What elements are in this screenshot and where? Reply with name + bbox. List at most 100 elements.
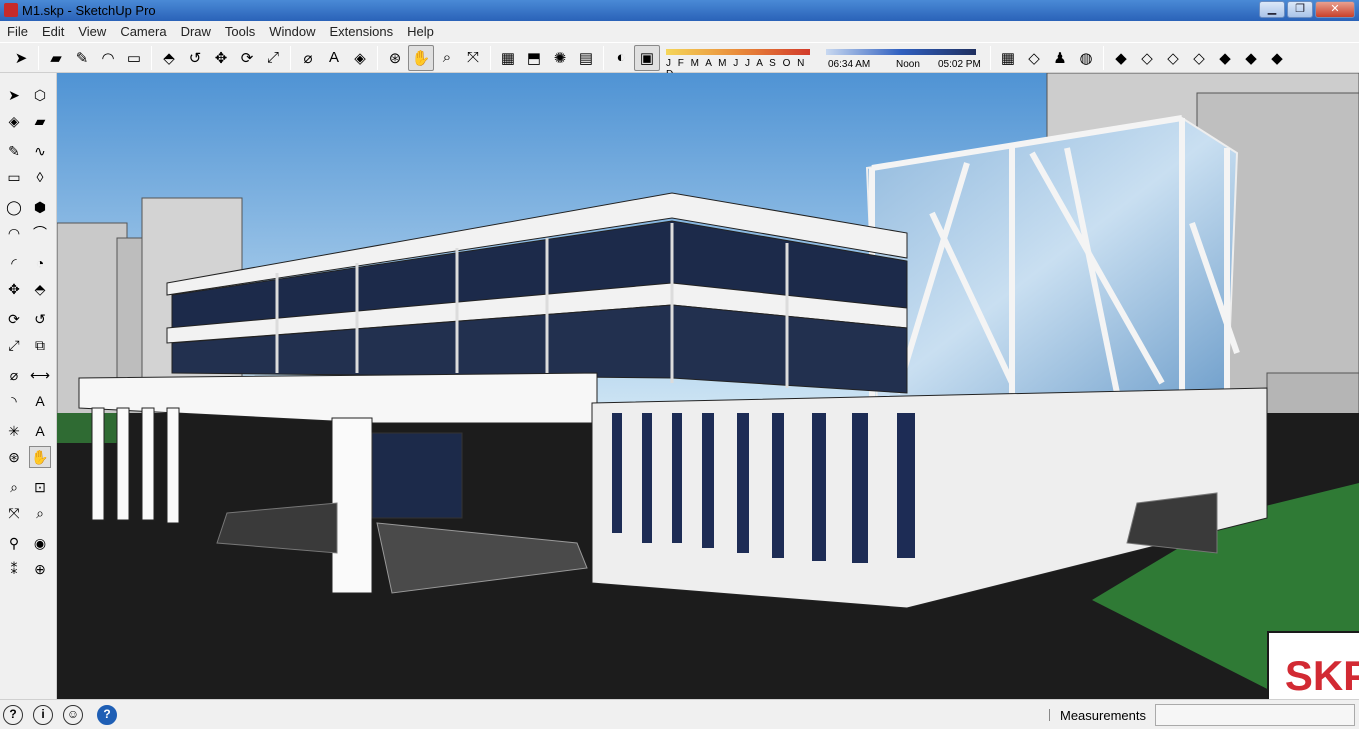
section-plane-tool[interactable]: ⊕ [29,558,51,580]
menu-edit[interactable]: Edit [35,21,71,42]
3d-text-tool[interactable]: A [29,420,51,442]
select-tool[interactable]: ➤ [3,84,25,106]
back-edges-style-button[interactable]: ◇ [1134,45,1160,71]
rotate-tool[interactable]: ⟳ [3,308,25,330]
line-tool[interactable]: ✎ [3,140,25,162]
info-icon[interactable]: i [33,705,53,725]
position-camera-tool[interactable]: ⚲ [3,532,25,554]
rectangle-tool[interactable]: ▭ [3,166,25,188]
wireframe-style-button[interactable]: ◇ [1160,45,1186,71]
pencil-tool[interactable]: ✎ [69,45,95,71]
previous-view-tool[interactable]: ⌕ [29,502,51,524]
paint-bucket-tool[interactable]: ◈ [3,110,25,132]
minimize-button[interactable]: ▁ [1259,1,1285,18]
shadows-toggle[interactable]: ◐ [608,45,634,71]
add-location-button[interactable]: ▦ [995,45,1021,71]
xray-style-button[interactable]: ◆ [1108,45,1134,71]
make-component-tool[interactable]: ⬡ [29,84,51,106]
monochrome-style-button[interactable]: ◆ [1264,45,1290,71]
toggle-terrain-button[interactable]: ◇ [1021,45,1047,71]
time-end-label: 05:02 PM [938,58,981,70]
geolocation-icon[interactable]: ? [3,705,23,725]
select-tool[interactable]: ➤ [8,45,34,71]
rotated-rectangle-tool[interactable]: ◊ [29,166,51,188]
pie-tool[interactable]: ◔ [29,252,51,274]
zoom-extents-tool[interactable]: ⤧ [3,502,25,524]
follow-me-tool[interactable]: ↺ [29,308,51,330]
hidden-line-style-button[interactable]: ◇ [1186,45,1212,71]
arc-tool[interactable]: ◠ [95,45,121,71]
axes-tool[interactable]: ✳ [3,420,25,442]
user-account-icon[interactable]: ☺ [63,705,83,725]
eraser-tool[interactable]: ▰ [43,45,69,71]
circle-tool[interactable]: ◯ [3,196,25,218]
pan-tool[interactable]: ✋ [29,446,51,468]
menu-extensions[interactable]: Extensions [323,21,401,42]
close-button[interactable]: ✕ [1315,1,1355,18]
maximize-button[interactable]: ❐ [1287,1,1313,18]
protractor-tool[interactable]: ◝ [3,390,25,412]
move-tool[interactable]: ✥ [3,278,25,300]
shadow-month-slider[interactable]: J F M A M J J A S O N D [666,45,816,80]
shaded-icon: ◆ [1219,49,1231,67]
fog-toggle[interactable]: ▣ [634,44,660,71]
rectangle-tool[interactable]: ▭ [121,45,147,71]
menu-window[interactable]: Window [262,21,322,42]
arc-tool[interactable]: ◠ [3,222,25,244]
move-tool[interactable]: ✥ [208,45,234,71]
menu-file[interactable]: File [0,21,35,42]
push-pull-tool[interactable]: ⬘ [29,278,51,300]
shaded-style-button[interactable]: ◆ [1212,45,1238,71]
text-tool[interactable]: A [321,45,347,71]
model-scene [57,73,1359,699]
menu-help[interactable]: Help [400,21,441,42]
zoom-extents-tool[interactable]: ⤧ [460,45,486,71]
paint-bucket-tool[interactable]: ◈ [347,45,373,71]
shadow-time-slider[interactable]: 06:34 AM Noon 05:02 PM [826,45,986,71]
freehand-tool[interactable]: ∿ [29,140,51,162]
measurements-input[interactable] [1155,704,1355,726]
push-pull-tool[interactable]: ⬘ [156,45,182,71]
text-tool[interactable]: A [29,390,51,412]
scale-tool[interactable]: ⤢ [3,334,25,356]
orbit-tool[interactable]: ⊛ [3,446,25,468]
time-start-label: 06:34 AM [828,58,871,70]
menu-tools[interactable]: Tools [218,21,262,42]
warehouse-button[interactable]: ▦ [495,45,521,71]
tape-measure-tool[interactable]: ⌀ [295,45,321,71]
zoom-tool[interactable]: ⌕ [3,476,25,498]
arc-icon: ◠ [101,49,115,67]
menu-draw[interactable]: Draw [174,21,218,42]
share-model-button[interactable]: ⬒ [521,45,547,71]
zoom-tool[interactable]: ⌕ [434,45,460,71]
extension-warehouse-button[interactable]: ✺ [547,45,573,71]
scale-tool[interactable]: ⤢ [260,45,286,71]
shaded-textures-style-button[interactable]: ◆ [1238,45,1264,71]
two-point-arc-tool[interactable]: ⌒ [29,222,51,244]
follow-me-tool[interactable]: ↺ [182,45,208,71]
three-point-arc-tool[interactable]: ◜ [3,252,25,274]
eraser-tool[interactable]: ▰ [29,110,51,132]
dimension-tool[interactable]: ⟷ [29,364,51,386]
look-around-tool[interactable]: ◉ [29,532,51,554]
offset-tool[interactable]: ⧉ [29,334,51,356]
polygon-tool[interactable]: ⬢ [29,196,51,218]
xray-icon: ◆ [1115,49,1127,67]
rotate-tool[interactable]: ⟳ [234,45,260,71]
model-viewport[interactable]: SKP [57,73,1359,699]
help-icon[interactable]: ? [97,705,117,725]
paint-icon: ◈ [354,49,366,67]
orbit-tool[interactable]: ⊛ [382,45,408,71]
status-bar: ? i ☺ ? Measurements [0,699,1359,729]
zoom-window-tool[interactable]: ⊡ [29,476,51,498]
tape-measure-tool[interactable]: ⌀ [3,364,25,386]
toolbar-separator [603,45,604,70]
pan-tool[interactable]: ✋ [408,44,434,71]
layout-button[interactable]: ▤ [573,45,599,71]
menu-bar: File Edit View Camera Draw Tools Window … [0,21,1359,42]
preview-google-earth-button[interactable]: ◍ [1073,45,1099,71]
photo-textures-button[interactable]: ♟ [1047,45,1073,71]
menu-camera[interactable]: Camera [113,21,173,42]
walk-tool[interactable]: ⁑ [3,558,25,580]
menu-view[interactable]: View [71,21,113,42]
